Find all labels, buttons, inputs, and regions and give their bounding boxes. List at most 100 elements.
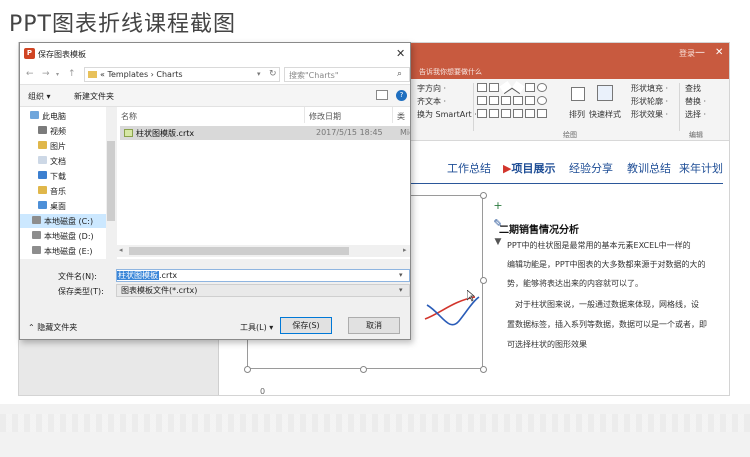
organize-button[interactable]: 组织 ▾ [28, 91, 51, 102]
signin-link[interactable]: 登录 [679, 48, 695, 59]
save-button[interactable]: 保存(S) [280, 317, 332, 334]
shapes-gallery[interactable] [477, 80, 559, 123]
convert-smartart-button[interactable]: 换为 SmartArt · [417, 109, 477, 120]
search-input[interactable]: 搜索"Charts" ⌕ [284, 67, 410, 82]
up-arrow-icon[interactable]: ↑ [68, 69, 76, 79]
shape-rect-icon[interactable] [537, 109, 547, 118]
text-paragraph-line: PPT中的柱状图是最常用的基本元素EXCEL中一样的 [507, 241, 691, 250]
back-arrow-icon[interactable]: ← [26, 69, 34, 79]
tree-scrollbar-thumb[interactable] [107, 141, 115, 221]
nav-item-projects[interactable]: ▶项目展示 [503, 160, 555, 176]
dialog-title: 保存图表模板 [38, 50, 86, 59]
chart-elements-plus-icon[interactable]: + [491, 199, 505, 213]
shape-outline-button[interactable]: 形状轮廓 · [631, 96, 668, 107]
tree-item-downloads[interactable]: 下载 [20, 169, 116, 183]
minimize-icon[interactable]: — [695, 47, 705, 58]
file-name-dropdown-icon[interactable]: ▾ [399, 271, 403, 279]
nav-item-summary[interactable]: 工作总结 [447, 160, 491, 176]
shape-rect-icon[interactable] [525, 83, 535, 92]
tree-item-pictures[interactable]: 图片 [20, 139, 116, 153]
shape-effects-button[interactable]: 形状效果 · [631, 109, 668, 120]
text-direction-button[interactable]: 字方向 · [417, 83, 446, 94]
align-text-button[interactable]: 齐文本 · [417, 96, 446, 107]
shape-rect-icon[interactable] [501, 96, 511, 105]
resize-handle[interactable] [244, 366, 251, 373]
close-window-icon[interactable]: ✕ [715, 47, 723, 58]
select-button[interactable]: 选择 · [685, 109, 706, 120]
column-header-type[interactable]: 类 [393, 107, 410, 123]
shape-star-icon[interactable] [501, 109, 511, 118]
video-folder-icon [38, 126, 47, 134]
shape-triangle-icon[interactable] [489, 96, 499, 105]
file-list-hscrollbar[interactable]: ◂ ▸ [117, 245, 410, 257]
shape-rect-icon[interactable] [525, 109, 535, 118]
help-icon[interactable]: ? [396, 90, 407, 101]
hscrollbar-thumb[interactable] [129, 247, 349, 255]
tree-item-documents[interactable]: 文档 [20, 154, 116, 168]
tools-button[interactable]: 工具(L) ▾ [240, 322, 273, 333]
quick-styles-icon[interactable] [597, 85, 613, 101]
tree-item-drive-d[interactable]: 本地磁盘 (D:) [20, 229, 116, 243]
shape-fill-button[interactable]: 形状填充 · [631, 83, 668, 94]
computer-icon [30, 111, 39, 119]
save-type-dropdown-icon[interactable]: ▾ [399, 286, 403, 294]
shape-rect-icon[interactable] [477, 109, 487, 118]
nav-item-experience[interactable]: 经验分享 [569, 160, 613, 176]
nav-item-lessons[interactable]: 教训总结 [627, 160, 671, 176]
tree-item-drive-e[interactable]: 本地磁盘 (E:) [20, 244, 116, 258]
shape-rect-icon[interactable] [489, 83, 499, 92]
address-dropdown-icon[interactable]: ▾ [257, 70, 261, 78]
file-row[interactable]: 柱状图模版.crtx 2017/5/15 18:45 Micro [120, 126, 410, 140]
tree-item-videos[interactable]: 视频 [20, 124, 116, 138]
desktop-folder-icon [38, 201, 47, 209]
nav-item-next-year[interactable]: 来年计划 [679, 160, 723, 176]
tree-item-this-pc[interactable]: 此电脑 [20, 109, 116, 123]
chart-filter-icon[interactable]: ▼ [491, 235, 505, 249]
music-folder-icon [38, 186, 47, 194]
dialog-close-icon[interactable]: ✕ [396, 47, 405, 60]
save-type-select[interactable]: 图表模板文件(*.crtx) ▾ [116, 284, 410, 297]
scroll-left-icon[interactable]: ◂ [119, 246, 123, 254]
shape-rect-icon[interactable] [477, 96, 487, 105]
forward-arrow-icon[interactable]: → [42, 69, 50, 79]
shape-oval-icon[interactable] [537, 83, 547, 92]
resize-handle[interactable] [480, 277, 487, 284]
view-options-icon[interactable] [376, 90, 388, 100]
replace-button[interactable]: 替换 · [685, 96, 706, 107]
column-header-name[interactable]: 名称 [117, 107, 305, 123]
address-bar[interactable]: « Templates › Charts ▾ ↻ [84, 67, 280, 82]
scroll-right-icon[interactable]: ▸ [403, 246, 407, 254]
resize-handle[interactable] [480, 192, 487, 199]
shape-line-icon[interactable] [511, 80, 525, 95]
tell-me-box[interactable]: 告诉我你想要做什么 [419, 67, 482, 77]
shape-arrow-icon[interactable] [513, 96, 523, 105]
hide-folders-toggle[interactable]: ⌃ 隐藏文件夹 [28, 322, 77, 333]
tree-item-drive-c[interactable]: 本地磁盘 (C:) [20, 214, 116, 228]
tree-scrollbar[interactable] [106, 107, 116, 259]
quick-styles-button[interactable]: 快速样式 [589, 109, 621, 120]
cancel-button[interactable]: 取消 [348, 317, 400, 334]
tree-item-desktop[interactable]: 桌面 [20, 199, 116, 213]
new-folder-button[interactable]: 新建文件夹 [74, 91, 114, 102]
ribbon-separator [473, 83, 474, 131]
save-template-dialog: P 保存图表模板 ✕ ← → ▾ ↑ « Templates › Charts … [19, 42, 411, 340]
file-list[interactable]: 名称 修改日期 类 柱状图模版.crtx 2017/5/15 18:45 Mic… [117, 107, 410, 259]
file-type-cell: Micro [400, 128, 410, 137]
shape-rect-icon[interactable] [477, 83, 487, 92]
file-name-cell: 柱状图模版.crtx [136, 129, 195, 138]
refresh-icon[interactable]: ↻ [269, 69, 277, 79]
recent-dropdown-icon[interactable]: ▾ [56, 71, 59, 78]
column-header-date[interactable]: 修改日期 [305, 107, 393, 123]
shape-rect-icon[interactable] [489, 109, 499, 118]
resize-handle[interactable] [480, 366, 487, 373]
file-name-input[interactable]: 柱状图模板.crtx ▾ [116, 269, 410, 282]
resize-handle[interactable] [360, 366, 367, 373]
tree-item-music[interactable]: 音乐 [20, 184, 116, 198]
shape-rect-icon[interactable] [513, 109, 523, 118]
shape-oval-icon[interactable] [537, 96, 547, 105]
shape-rect-icon[interactable] [525, 96, 535, 105]
folder-tree[interactable]: 此电脑 视频 图片 文档 下载 音乐 桌面 本地磁盘 (C:) 本地磁盘 (D:… [20, 107, 116, 259]
arrange-icon[interactable] [571, 87, 585, 101]
find-button[interactable]: 查找 [685, 83, 701, 94]
arrange-button[interactable]: 排列 [569, 109, 585, 120]
